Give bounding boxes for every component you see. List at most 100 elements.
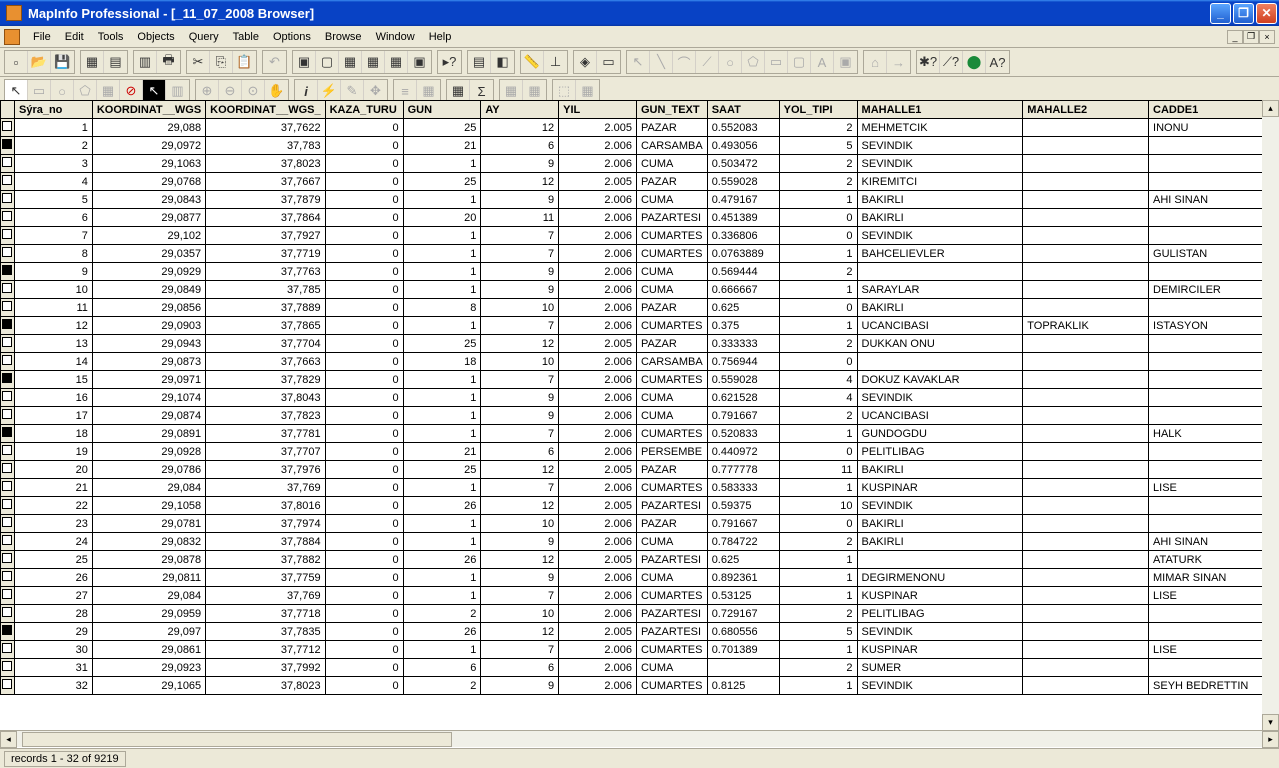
table-cell[interactable]: CUMA [636,533,707,551]
table-cell[interactable]: 8 [403,299,481,317]
table-cell[interactable]: LISE [1149,641,1279,659]
row-selector[interactable] [1,515,15,533]
scroll-up-icon[interactable]: ▴ [1262,100,1279,117]
table-cell[interactable]: 0 [325,317,403,335]
table-cell[interactable] [1023,677,1149,695]
table-cell[interactable]: 26 [403,497,481,515]
table-cell[interactable]: LISE [1149,587,1279,605]
table-cell[interactable]: 3 [14,155,92,173]
menu-query[interactable]: Query [182,29,226,45]
table-cell[interactable]: 29,0832 [92,533,205,551]
table-cell[interactable]: 37,7663 [206,353,325,371]
table-cell[interactable]: 2.006 [559,209,637,227]
table-cell[interactable]: 19 [14,443,92,461]
table-cell[interactable]: 0 [779,353,857,371]
table-cell[interactable]: 37,783 [206,137,325,155]
table-row[interactable]: 729,10237,79270172.006CUMARTES0.3368060S… [1,227,1279,245]
table-cell[interactable]: 2.006 [559,407,637,425]
table-cell[interactable]: SEVINDIK [857,623,1023,641]
polyline-icon[interactable]: ⟋ [696,51,719,73]
row-selector[interactable] [1,137,15,155]
marquee-select-icon[interactable]: ▭ [28,80,51,102]
table-cell[interactable]: 16 [14,389,92,407]
table-cell[interactable] [1149,515,1279,533]
table-cell[interactable] [1023,263,1149,281]
table-cell[interactable]: 29,0928 [92,443,205,461]
table-cell[interactable]: AHI SINAN [1149,191,1279,209]
table-cell[interactable]: 1 [403,407,481,425]
table-row[interactable]: 629,087737,7864020112.006PAZARTESI0.4513… [1,209,1279,227]
table-cell[interactable] [1023,551,1149,569]
table-cell[interactable]: 10 [481,605,559,623]
table-cell[interactable]: 0.729167 [707,605,779,623]
table-cell[interactable]: CUMARTES [636,245,707,263]
table-cell[interactable]: 0.583333 [707,479,779,497]
table-cell[interactable]: 2.006 [559,263,637,281]
table-cell[interactable]: 2.005 [559,335,637,353]
table-cell[interactable]: 2 [779,155,857,173]
table-cell[interactable]: 2.006 [559,137,637,155]
table-cell[interactable]: KUSPINAR [857,641,1023,659]
table-cell[interactable] [1023,209,1149,227]
table-cell[interactable]: 29,0972 [92,137,205,155]
table-cell[interactable]: 1 [403,155,481,173]
table-cell[interactable]: 37,769 [206,479,325,497]
table-cell[interactable]: 11 [779,461,857,479]
table-row[interactable]: 2029,078637,7976025122.005PAZAR0.7777781… [1,461,1279,479]
table-cell[interactable]: BAKIRLI [857,533,1023,551]
table-cell[interactable]: 37,7759 [206,569,325,587]
row-selector[interactable] [1,497,15,515]
column-header[interactable]: KOORDINAT__WGS [92,101,205,119]
table-cell[interactable]: 1 [403,317,481,335]
table-cell[interactable]: 6 [481,137,559,155]
table-cell[interactable]: BAKIRLI [857,515,1023,533]
table-cell[interactable]: 2.006 [559,443,637,461]
table-cell[interactable] [1149,173,1279,191]
table-cell[interactable]: 0.621528 [707,389,779,407]
table-cell[interactable]: SEVINDIK [857,155,1023,173]
table-cell[interactable]: SEVINDIK [857,497,1023,515]
table-cell[interactable]: 12 [481,461,559,479]
table-cell[interactable]: 20 [14,461,92,479]
table-cell[interactable]: 7 [481,317,559,335]
new-browser-icon[interactable]: ▥ [134,51,157,73]
table-cell[interactable]: 0.53125 [707,587,779,605]
table-cell[interactable]: 7 [481,425,559,443]
table-cell[interactable]: 37,7712 [206,641,325,659]
table-cell[interactable]: 29,0959 [92,605,205,623]
table-cell[interactable]: 29,1065 [92,677,205,695]
print-icon[interactable]: 🖶 [157,51,180,73]
table-row[interactable]: 3129,092337,79920662.006CUMA2SUMER [1,659,1279,677]
table-cell[interactable]: 2.005 [559,119,637,137]
table-cell[interactable] [1023,191,1149,209]
symbol-icon[interactable]: ⌂ [864,51,887,73]
table-cell[interactable]: 12 [14,317,92,335]
table-cell[interactable]: BAKIRLI [857,299,1023,317]
table-cell[interactable]: 9 [481,281,559,299]
table-cell[interactable]: 12 [481,119,559,137]
cascade-windows-icon[interactable]: ▦ [385,51,408,73]
row-selector[interactable] [1,623,15,641]
table-cell[interactable]: 9 [481,155,559,173]
table-cell[interactable]: 25 [403,335,481,353]
mdi-close-button[interactable]: × [1259,30,1275,44]
table-row[interactable]: 1729,087437,78230192.006CUMA0.7916672UCA… [1,407,1279,425]
layer-control-icon[interactable]: ▤ [468,51,491,73]
table-cell[interactable] [1023,497,1149,515]
table-cell[interactable]: 30 [14,641,92,659]
table-cell[interactable]: 6 [481,659,559,677]
table-cell[interactable] [1023,227,1149,245]
table-cell[interactable]: PAZAR [636,119,707,137]
table-cell[interactable] [1023,443,1149,461]
clear-target-icon[interactable]: ▦ [523,80,546,102]
table-cell[interactable]: 17 [14,407,92,425]
table-cell[interactable]: 9 [481,569,559,587]
table-cell[interactable]: 7 [481,227,559,245]
table-cell[interactable]: 0 [325,479,403,497]
table-cell[interactable]: 0 [779,227,857,245]
calc-icon[interactable]: ▦ [447,80,470,102]
menu-window[interactable]: Window [369,29,422,45]
table-cell[interactable]: PAZARTESI [636,623,707,641]
table-cell[interactable]: 2.006 [559,317,637,335]
table-cell[interactable]: GULISTAN [1149,245,1279,263]
